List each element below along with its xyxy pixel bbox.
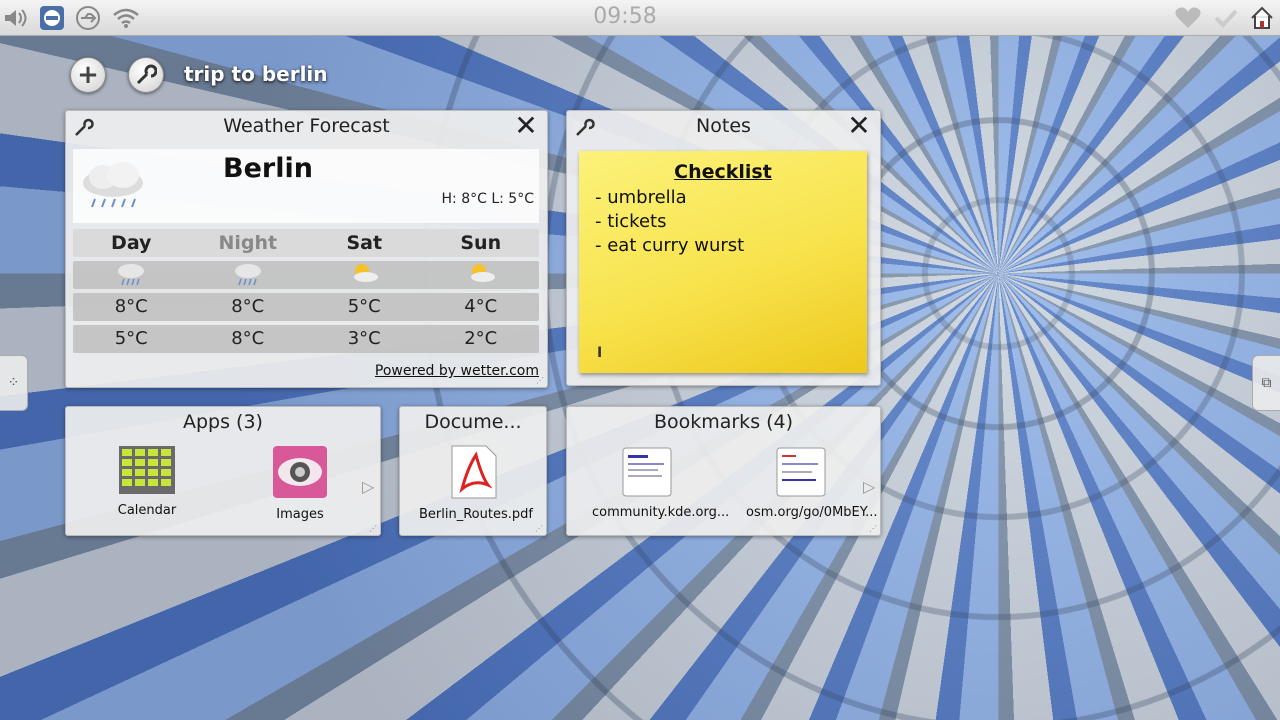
day-label: Day [111,232,152,254]
document-label: Berlin_Routes.pdf [419,507,533,522]
night-label: Night [218,232,278,254]
images-icon [273,446,327,498]
app-item-images[interactable]: Images [245,445,355,522]
note-line: - eat curry wurst [595,235,745,256]
notes-widget[interactable]: Notes ✕ Checklist - umbrella - tickets -… [566,110,881,386]
window-switch-icon: ⧉ [1261,375,1272,391]
note-line: - tickets [595,211,667,232]
wifi-icon[interactable] [112,4,140,32]
note-heading: Checklist [674,161,772,183]
temp-cell: 8°C [114,296,148,317]
document-item[interactable]: Berlin_Routes.pdf [419,445,533,522]
forecast-days-row: Day Night Sat Sun [73,229,539,257]
bookmark-item[interactable]: osm.org/go/0MbEY... [746,447,878,520]
forecast-low-row: 5°C 8°C 3°C 2°C [73,325,539,353]
bookmark-label: community.kde.org... [592,505,730,520]
resize-grip-icon[interactable]: ⋰ [536,376,544,385]
rain-icon [190,261,307,289]
right-panel-toggle[interactable]: ⧉ [1252,355,1280,411]
resize-grip-icon[interactable]: ⋰ [369,524,377,533]
resize-grip-icon[interactable]: ⋰ [869,524,877,533]
top-panel: 09:58 [0,0,1280,36]
pdf-icon [451,445,497,499]
temp-cell: 8°C [231,296,265,317]
documents-panel[interactable]: Docume... Berlin_Routes.pdf ⋰ [399,406,547,536]
panel-title: Apps (3) [183,411,263,433]
city-name: Berlin [223,153,313,184]
bookmark-item[interactable]: community.kde.org... [592,447,730,520]
temp-cell: 3°C [347,328,381,349]
plus-icon: + [77,60,99,90]
sat-label: Sat [346,232,383,254]
close-icon[interactable]: ✕ [846,112,872,140]
text-cursor-icon: I [597,345,603,361]
wrench-icon [136,64,157,85]
home-icon[interactable] [1248,4,1276,32]
resize-grip-icon[interactable]: ⋰ [535,524,543,533]
temp-cell: 8°C [231,328,265,349]
bookmark-label: osm.org/go/0MbEY... [746,505,878,520]
app-item-calendar[interactable]: Calendar [92,445,202,518]
speaker-icon[interactable] [2,4,30,32]
apps-panel[interactable]: Apps (3) Calendar Images ▷ ⋰ [65,406,381,536]
sun-cloud-icon [423,261,540,289]
chevron-right-icon[interactable]: ▷ [362,477,374,496]
sticky-note[interactable]: Checklist - umbrella - tickets - eat cur… [579,151,867,373]
widget-title: Notes [696,115,751,137]
bookmarks-panel[interactable]: Bookmarks (4) community.kde.org... osm.o… [566,406,881,536]
app-label: Calendar [117,503,177,518]
chevron-right-icon[interactable]: ▷ [863,477,875,496]
high-low-temp: H: 8°C L: 5°C [441,191,534,207]
temp-cell: 2°C [464,328,498,349]
network-manager-icon[interactable] [38,4,66,32]
clock: 09:58 [593,4,657,29]
temp-cell: 5°C [114,328,148,349]
check-icon[interactable] [1212,4,1240,32]
panel-title: Bookmarks (4) [653,411,794,433]
heart-icon[interactable] [1174,4,1202,32]
webpage-thumbnail-icon [622,447,672,497]
usb-icon[interactable] [74,4,102,32]
sun-cloud-icon [306,261,423,289]
sun-label: Sun [460,232,502,254]
forecast-high-row: 8°C 8°C 5°C 4°C [73,293,539,321]
dots-icon: ⁘ [7,375,20,391]
activity-title[interactable]: trip to berlin [184,62,328,86]
rain-icon [73,261,190,289]
powered-by-link[interactable]: Powered by wetter.com [375,363,539,379]
close-icon[interactable]: ✕ [513,112,539,140]
forecast-icons-row [73,261,539,289]
left-panel-toggle[interactable]: ⁘ [0,355,28,411]
configure-activity-button[interactable] [128,57,164,93]
add-widget-button[interactable]: + [70,57,106,93]
city-box: Berlin H: 8°C L: 5°C [73,149,539,223]
note-line: - umbrella [595,187,687,208]
calendar-icon [119,446,175,494]
rain-cloud-icon [77,159,149,219]
webpage-thumbnail-icon [776,447,826,497]
widget-title: Weather Forecast [223,115,390,137]
temp-cell: 4°C [464,296,498,317]
temp-cell: 5°C [347,296,381,317]
app-label: Images [276,507,324,522]
panel-title: Docume... [424,411,522,433]
weather-forecast-widget[interactable]: Weather Forecast ✕ Berlin H: 8°C L: 5°C … [65,110,548,388]
